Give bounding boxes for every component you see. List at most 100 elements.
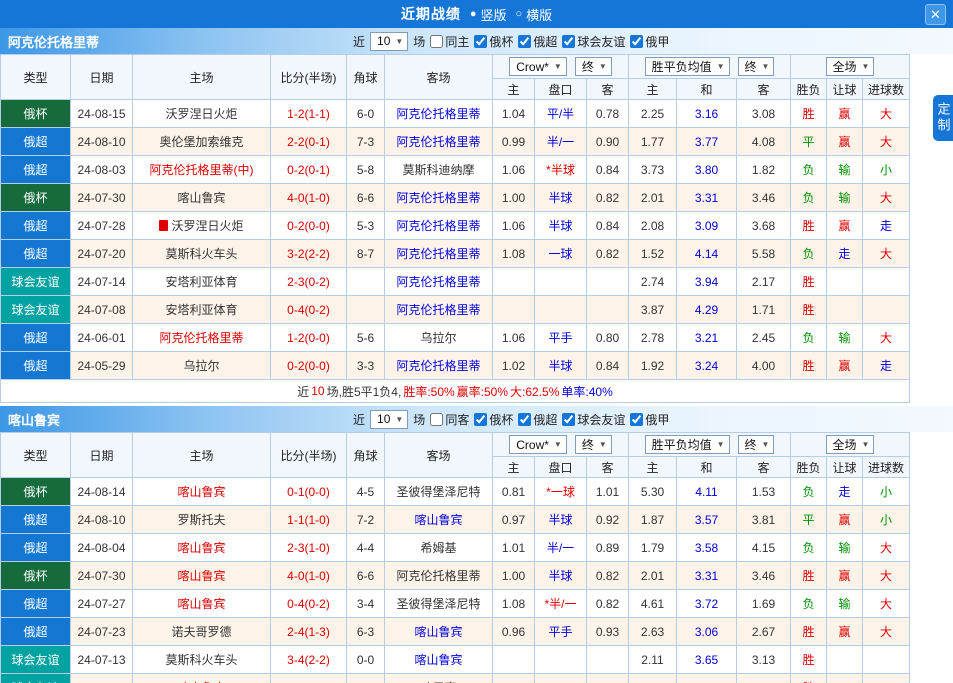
mean-phase-select[interactable]: 终 ▼ <box>738 435 775 454</box>
cell-wl: 胜 <box>791 296 827 324</box>
scope-select[interactable]: 全场 ▼ <box>826 435 875 454</box>
cell-text: 5.30 <box>641 485 664 499</box>
radio-horizontal-layout[interactable]: ○ 横版 <box>516 5 553 24</box>
cell-home[interactable]: 喀山鲁宾 <box>133 674 271 683</box>
league-super-checkbox[interactable]: 俄超 <box>518 33 557 50</box>
cell-text: 半/一 <box>547 133 574 150</box>
cell-home[interactable]: 莫斯科火车头 <box>133 646 271 674</box>
league-first-checkbox-input[interactable] <box>630 413 643 426</box>
cell-m2 <box>677 674 737 683</box>
cell-home[interactable]: 诺夫哥罗德 <box>133 618 271 646</box>
radio-vertical-layout[interactable]: ● 竖版 <box>470 5 507 24</box>
odds-company-select[interactable]: Crow* ▼ <box>509 57 567 76</box>
cell-away[interactable]: 阿克伦托格里蒂 <box>385 240 493 268</box>
cell-h: 1.00 <box>493 184 535 212</box>
cell-m2: 3.09 <box>677 212 737 240</box>
cell-text: 24-07-13 <box>77 653 125 667</box>
league-first-checkbox[interactable]: 俄甲 <box>630 33 669 50</box>
cell-m1: 2.01 <box>629 184 677 212</box>
cell-text: 俄杯 <box>23 189 47 206</box>
cell-corner: 4-5 <box>347 478 385 506</box>
odds-phase-select[interactable]: 终 ▼ <box>575 435 612 454</box>
league-first-checkbox[interactable]: 俄甲 <box>630 411 669 428</box>
cell-text: 胜 <box>802 357 814 374</box>
cell-home[interactable]: 安塔利亚体育 <box>133 268 271 296</box>
league-super-checkbox-input[interactable] <box>518 413 531 426</box>
cell-away[interactable]: 阿克伦托格里蒂 <box>385 268 493 296</box>
match-count-select[interactable]: 10 ▼ <box>370 32 408 51</box>
cell-away[interactable]: 阿克伦托格里蒂 <box>385 128 493 156</box>
cell-m1: 2.74 <box>629 268 677 296</box>
odds-company-select[interactable]: Crow* ▼ <box>509 435 567 454</box>
mean-type-select[interactable]: 胜平负均值 ▼ <box>645 57 730 76</box>
cell-home[interactable]: 喀山鲁宾 <box>133 184 271 212</box>
cell-goal <box>863 296 910 324</box>
cell-home[interactable]: 奥伦堡加索维克 <box>133 128 271 156</box>
cell-home[interactable]: 阿克伦托格里蒂(中) <box>133 156 271 184</box>
cell-home[interactable]: 沃罗涅日火炬 <box>133 212 271 240</box>
cell-away[interactable]: 喀山鲁宾 <box>385 618 493 646</box>
cell-text: 小 <box>880 511 892 528</box>
cell-away[interactable]: 喀山鲁宾 <box>385 646 493 674</box>
odds-phase-select[interactable]: 终 ▼ <box>575 57 612 76</box>
cell-home[interactable]: 喀山鲁宾 <box>133 590 271 618</box>
mean-type-select[interactable]: 胜平负均值 ▼ <box>645 435 730 454</box>
scope-select[interactable]: 全场 ▼ <box>826 57 875 76</box>
cell-away[interactable]: 阿克伦托格里蒂 <box>385 184 493 212</box>
col-mean-away: 客 <box>737 457 791 478</box>
league-cup-checkbox[interactable]: 俄杯 <box>474 33 513 50</box>
cell-text: 阿克伦托格里蒂 <box>396 567 480 584</box>
cell-home[interactable]: 沃罗涅日火炬 <box>133 100 271 128</box>
same-home-checkbox-input[interactable] <box>430 35 443 48</box>
cell-home[interactable]: 喀山鲁宾 <box>133 562 271 590</box>
same-away-checkbox-input[interactable] <box>430 413 443 426</box>
league-first-checkbox-input[interactable] <box>630 35 643 48</box>
cell-home[interactable]: 安塔利亚体育 <box>133 296 271 324</box>
league-friendly-checkbox[interactable]: 球会友谊 <box>562 411 625 428</box>
cell-away[interactable]: 圣彼得堡泽尼特 <box>385 478 493 506</box>
same-away-checkbox[interactable]: 同客 <box>430 411 469 428</box>
cell-away[interactable]: 叶尼塞 <box>385 674 493 683</box>
league-friendly-checkbox-input[interactable] <box>562 413 575 426</box>
league-friendly-checkbox-input[interactable] <box>562 35 575 48</box>
cell-text: 半球 <box>548 511 572 528</box>
cell-handicap <box>535 674 587 683</box>
cell-m3: 3.13 <box>737 646 791 674</box>
cell-away[interactable]: 阿克伦托格里蒂 <box>385 352 493 380</box>
close-button[interactable]: ✕ <box>925 4 946 25</box>
cell-text: 小 <box>880 483 892 500</box>
cell-home[interactable]: 罗斯托夫 <box>133 506 271 534</box>
league-cup-checkbox[interactable]: 俄杯 <box>474 411 513 428</box>
customize-tab[interactable]: 定制 <box>933 95 953 141</box>
mean-phase-select[interactable]: 终 ▼ <box>738 57 775 76</box>
same-home-checkbox[interactable]: 同主 <box>430 33 469 50</box>
cell-text: 3.73 <box>641 163 664 177</box>
cell-text: 胜 <box>802 301 814 318</box>
cell-home[interactable]: 喀山鲁宾 <box>133 478 271 506</box>
league-super-checkbox-input[interactable] <box>518 35 531 48</box>
cell-away[interactable]: 阿克伦托格里蒂 <box>385 562 493 590</box>
cell-away[interactable]: 莫斯科迪纳摩 <box>385 156 493 184</box>
cell-away[interactable]: 阿克伦托格里蒂 <box>385 296 493 324</box>
col-handicap-result: 让球 <box>827 79 863 100</box>
match-count-select[interactable]: 10 ▼ <box>370 410 408 429</box>
league-cup-checkbox-input[interactable] <box>474 35 487 48</box>
cell-wl: 胜 <box>791 646 827 674</box>
cell-a: 1.01 <box>587 478 629 506</box>
cell-home[interactable]: 乌拉尔 <box>133 352 271 380</box>
cell-away[interactable]: 喀山鲁宾 <box>385 506 493 534</box>
cell-away[interactable]: 阿克伦托格里蒂 <box>385 212 493 240</box>
cell-home[interactable]: 阿克伦托格里蒂 <box>133 324 271 352</box>
summary-segment: 单率:40% <box>561 383 612 400</box>
league-friendly-checkbox[interactable]: 球会友谊 <box>562 33 625 50</box>
cell-away[interactable]: 圣彼得堡泽尼特 <box>385 590 493 618</box>
cell-away[interactable]: 阿克伦托格里蒂 <box>385 100 493 128</box>
cell-text: 俄超 <box>23 161 47 178</box>
cell-home[interactable]: 莫斯科火车头 <box>133 240 271 268</box>
league-super-checkbox[interactable]: 俄超 <box>518 411 557 428</box>
league-cup-checkbox-input[interactable] <box>474 413 487 426</box>
col-date: 日期 <box>71 433 133 478</box>
cell-home[interactable]: 喀山鲁宾 <box>133 534 271 562</box>
cell-away[interactable]: 乌拉尔 <box>385 324 493 352</box>
cell-away[interactable]: 希姆基 <box>385 534 493 562</box>
